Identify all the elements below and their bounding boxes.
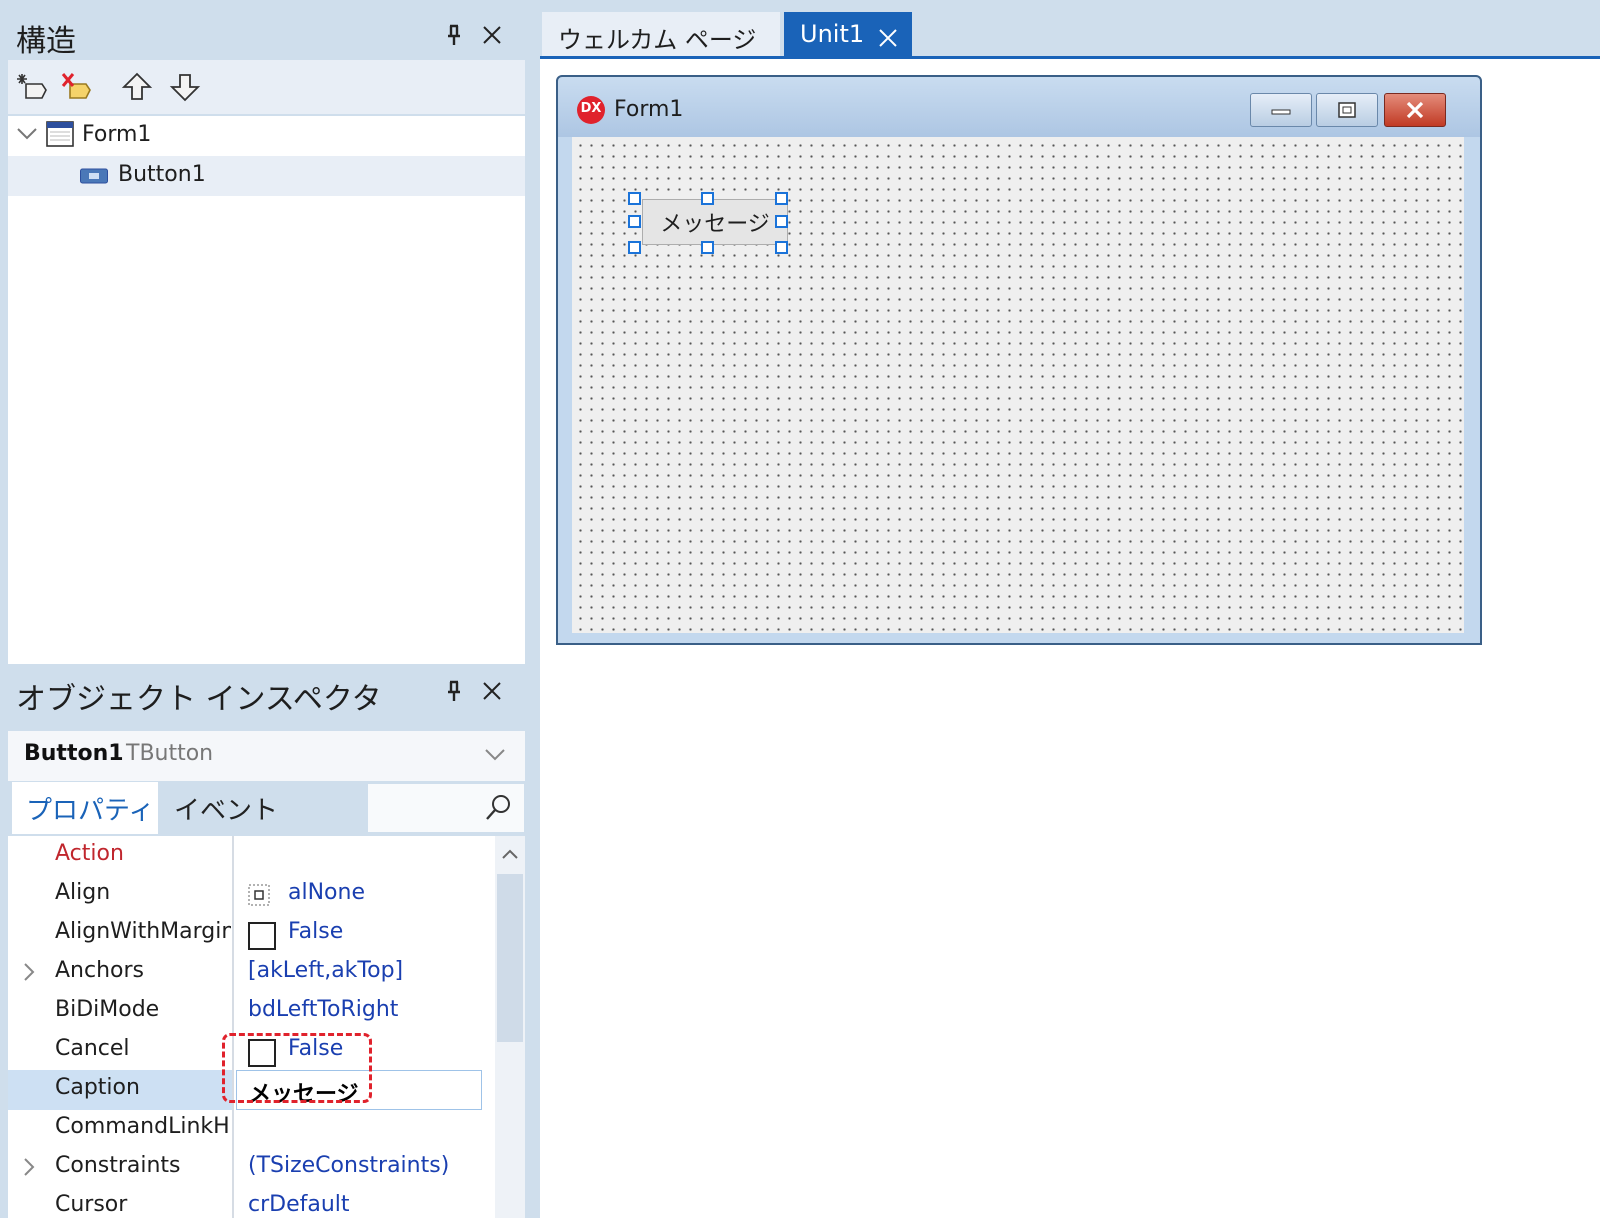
property-name: BiDiMode: [55, 997, 160, 1022]
property-name: Cursor: [55, 1192, 128, 1217]
property-name: Cancel: [55, 1036, 130, 1061]
editor-tab-strip: ウェルカム ページ Unit1: [540, 0, 1600, 59]
property-name: CommandLinkHint: [55, 1114, 231, 1139]
search-icon[interactable]: [484, 792, 514, 826]
property-search-input[interactable]: [368, 784, 524, 832]
selection-handle[interactable]: [628, 192, 641, 205]
selection-handle[interactable]: [628, 241, 641, 254]
form-title: Form1: [614, 97, 684, 122]
property-value[interactable]: crDefault: [248, 1192, 350, 1217]
tree-item-button1[interactable]: Button1: [8, 156, 525, 196]
property-row-constraints[interactable]: Constraints (TSizeConstraints): [8, 1148, 495, 1188]
selection-handle[interactable]: [701, 192, 714, 205]
close-icon[interactable]: [477, 676, 507, 706]
selection-handle[interactable]: [775, 215, 788, 228]
selection-handle[interactable]: [701, 241, 714, 254]
property-row-action[interactable]: Action: [8, 836, 495, 876]
property-row-anchors[interactable]: Anchors [akLeft,akTop]: [8, 953, 495, 993]
property-name: Anchors: [55, 958, 144, 983]
property-row-commandlinkhint[interactable]: CommandLinkHint: [8, 1109, 495, 1149]
tab-welcome-page[interactable]: ウェルカム ページ: [542, 12, 780, 56]
button-component-icon: [80, 168, 108, 188]
structure-tree: Form1 Button1: [8, 116, 525, 668]
align-none-icon: [248, 884, 270, 910]
object-type: TButton: [126, 741, 214, 766]
pin-icon[interactable]: [439, 20, 469, 50]
property-name: AlignWithMargins: [55, 919, 231, 944]
structure-panel-title: 構造: [16, 24, 76, 59]
move-down-icon[interactable]: [168, 70, 202, 104]
tab-label: Unit1: [800, 20, 865, 48]
close-icon[interactable]: [878, 26, 898, 54]
close-window-button[interactable]: [1384, 93, 1446, 127]
left-dock: 構造 Form1 Button1 オブジェクト インスペクタ Button1 T…: [0, 0, 540, 1218]
structure-panel-header: 構造: [8, 4, 525, 60]
property-value[interactable]: (TSizeConstraints): [248, 1153, 449, 1178]
property-value: False: [288, 919, 344, 944]
structure-toolbar: [8, 60, 525, 114]
property-value[interactable]: [akLeft,akTop]: [248, 958, 403, 983]
property-name: Constraints: [55, 1153, 181, 1178]
app-logo-icon: DX: [576, 95, 606, 129]
property-row-bidimode[interactable]: BiDiMode bdLeftToRight: [8, 992, 495, 1032]
property-checkbox[interactable]: [248, 922, 276, 950]
selection-handle[interactable]: [775, 192, 788, 205]
form-designer: DX Form1 メッセージ: [540, 59, 1600, 1218]
tree-item-form1[interactable]: Form1: [8, 116, 525, 156]
tab-unit1[interactable]: Unit1: [784, 12, 912, 56]
chevron-down-icon[interactable]: [484, 747, 506, 767]
close-icon[interactable]: [477, 20, 507, 50]
inspector-panel-header: オブジェクト インスペクタ: [8, 664, 525, 720]
property-name: Action: [55, 841, 124, 866]
property-name: Caption: [55, 1075, 140, 1100]
object-name: Button1: [24, 741, 124, 766]
grid-column-divider[interactable]: [232, 836, 234, 1218]
property-row-cursor[interactable]: Cursor crDefault: [8, 1187, 495, 1218]
form-icon: [46, 120, 74, 152]
chevron-up-icon[interactable]: [501, 846, 519, 865]
property-value[interactable]: bdLeftToRight: [248, 997, 398, 1022]
inspector-panel-title: オブジェクト インスペクタ: [16, 682, 382, 717]
design-button1[interactable]: メッセージ: [642, 199, 788, 245]
pin-icon[interactable]: [439, 676, 469, 706]
form-title-bar[interactable]: DX Form1: [558, 77, 1480, 137]
highlight-callout: [222, 1033, 372, 1103]
inspector-tabs: プロパティ イベント: [8, 782, 525, 834]
property-row-alignwithmargins[interactable]: AlignWithMargins False: [8, 914, 495, 954]
maximize-button[interactable]: [1316, 93, 1378, 127]
property-scrollbar[interactable]: [495, 836, 525, 1218]
new-item-icon[interactable]: [16, 70, 50, 104]
chevron-right-icon[interactable]: [22, 961, 36, 988]
chevron-down-icon[interactable]: [16, 122, 38, 148]
property-grid: Action Align alNone AlignWithMargins Fal…: [8, 836, 525, 1218]
move-up-icon[interactable]: [120, 70, 154, 104]
tab-events[interactable]: イベント: [160, 782, 292, 834]
form-client-area[interactable]: メッセージ: [572, 137, 1464, 633]
object-selector[interactable]: Button1 TButton: [8, 731, 525, 781]
selection-handle[interactable]: [628, 215, 641, 228]
property-value[interactable]: alNone: [288, 880, 365, 905]
form-window[interactable]: DX Form1 メッセージ: [556, 75, 1482, 645]
property-name: Align: [55, 880, 111, 905]
selection-handle[interactable]: [775, 241, 788, 254]
tab-properties[interactable]: プロパティ: [12, 782, 158, 834]
tree-item-label: Button1: [118, 162, 206, 187]
minimize-button[interactable]: [1250, 93, 1312, 127]
logo-text: DX: [580, 101, 602, 116]
tree-item-label: Form1: [82, 122, 152, 147]
scrollbar-thumb[interactable]: [497, 874, 523, 1042]
delete-item-icon[interactable]: [60, 70, 94, 104]
property-row-align[interactable]: Align alNone: [8, 875, 495, 915]
chevron-right-icon[interactable]: [22, 1156, 36, 1183]
design-button-caption: メッセージ: [660, 212, 770, 237]
